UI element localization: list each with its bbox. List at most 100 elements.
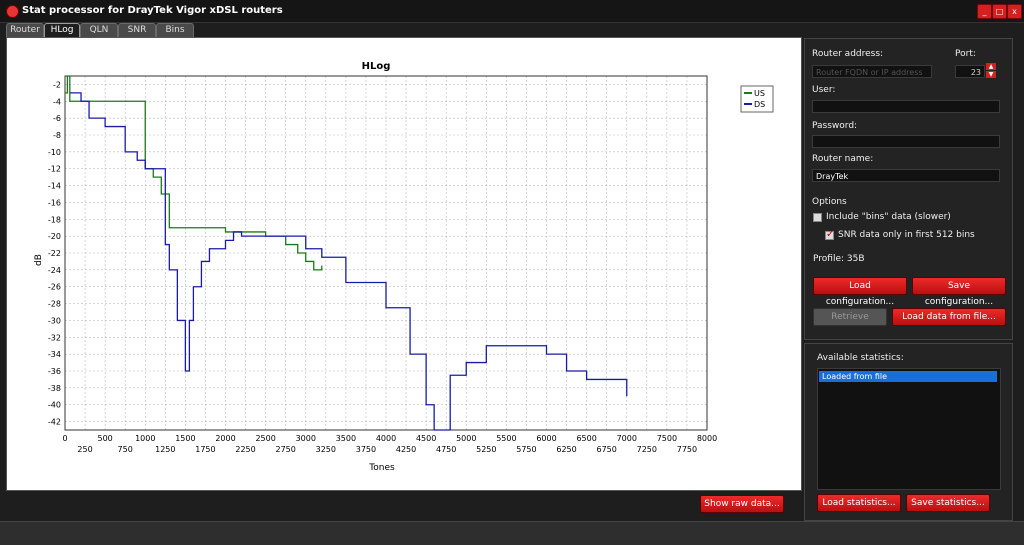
maximize-button[interactable]: □ xyxy=(992,4,1007,19)
chart-panel: HLog -2 -4 -6 -8 -10 -12 -14 -16 -18 -20 -22 -24 -26… xyxy=(6,37,802,491)
chart-title: HLog xyxy=(362,61,391,72)
y-tick-label: -28 xyxy=(48,300,61,309)
statistics-list[interactable]: Loaded from file xyxy=(817,368,1001,490)
password-label: Password: xyxy=(812,121,858,131)
y-tick-label: -40 xyxy=(48,401,61,410)
port-up-icon[interactable]: ▲ xyxy=(986,63,996,70)
load-data-from-file-button[interactable]: Load data from file... xyxy=(892,308,1006,326)
y-tick-label: -12 xyxy=(48,165,61,174)
y-tick-label: -4 xyxy=(53,97,61,106)
port-label: Port: xyxy=(955,49,976,59)
x-tick-label: 7750 xyxy=(677,445,697,454)
include-bins-label: Include "bins" data (slower) xyxy=(826,212,951,222)
x-tick-label: 3500 xyxy=(336,434,356,443)
x-tick-label: 1750 xyxy=(195,445,215,454)
save-configuration-button[interactable]: Save configuration... xyxy=(912,277,1006,307)
include-bins-checkbox[interactable] xyxy=(813,213,822,222)
close-button[interactable]: x xyxy=(1007,4,1022,19)
y-tick-label: -16 xyxy=(48,198,61,207)
x-tick-label: 7250 xyxy=(637,445,657,454)
x-tick-label: 4250 xyxy=(396,445,416,454)
list-item[interactable]: Loaded from file xyxy=(819,371,997,382)
x-tick-label: 2750 xyxy=(276,445,296,454)
window-title: Stat processor for DrayTek Vigor xDSL ro… xyxy=(22,5,283,16)
x-tick-label: 6000 xyxy=(536,434,556,443)
x-tick-label: 7500 xyxy=(657,434,677,443)
statistics-panel: Available statistics: Loaded from file L… xyxy=(804,343,1013,521)
x-tick-label: 1000 xyxy=(135,434,155,443)
x-tick-label: 5250 xyxy=(476,445,496,454)
x-tick-label: 1500 xyxy=(175,434,195,443)
y-tick-label: -20 xyxy=(48,232,61,241)
snr-512-label: SNR data only in first 512 bins xyxy=(838,230,975,240)
user-input[interactable] xyxy=(812,100,1000,113)
router-address-label: Router address: xyxy=(812,49,884,59)
y-tick-label: -22 xyxy=(48,249,61,258)
x-tick-label: 1250 xyxy=(155,445,175,454)
router-name-label: Router name: xyxy=(812,154,874,164)
x-tick-label: 3000 xyxy=(296,434,316,443)
x-tick-label: 2500 xyxy=(255,434,275,443)
series-line-ds xyxy=(69,92,628,431)
y-tick-label: -36 xyxy=(48,367,61,376)
x-tick-label: 8000 xyxy=(697,434,717,443)
legend-ds: DS xyxy=(754,100,765,109)
chart-footer: Show raw data... xyxy=(6,490,800,518)
tab-hlog[interactable]: HLog xyxy=(44,23,80,38)
y-tick-label: -34 xyxy=(48,350,61,359)
x-tick-label: 2000 xyxy=(215,434,235,443)
y-tick-label: -26 xyxy=(48,283,61,292)
legend: US DS xyxy=(740,85,774,113)
x-tick-label: 750 xyxy=(118,445,133,454)
password-input[interactable] xyxy=(812,135,1000,148)
load-configuration-button[interactable]: Load configuration... xyxy=(813,277,907,307)
retrieve-button[interactable]: Retrieve xyxy=(813,308,887,326)
user-label: User: xyxy=(812,85,836,95)
hlog-chart: HLog -2 -4 -6 -8 -10 -12 -14 -16 -18 -20 -22 -24 -26… xyxy=(34,61,774,473)
x-tick-label: 6250 xyxy=(556,445,576,454)
title-bar: Stat processor for DrayTek Vigor xDSL ro… xyxy=(0,0,1024,23)
show-raw-data-button[interactable]: Show raw data... xyxy=(700,495,784,513)
available-statistics-label: Available statistics: xyxy=(817,353,904,363)
x-tick-label: 3250 xyxy=(316,445,336,454)
legend-us: US xyxy=(754,89,765,98)
port-input[interactable]: 23 xyxy=(955,65,985,78)
load-statistics-button[interactable]: Load statistics... xyxy=(817,494,901,512)
x-tick-label: 0 xyxy=(62,434,67,443)
y-tick-label: -14 xyxy=(48,182,61,191)
router-address-input[interactable]: Router FQDN or IP address xyxy=(812,65,932,78)
port-down-icon[interactable]: ▼ xyxy=(986,71,996,78)
tab-snr[interactable]: SNR xyxy=(118,23,156,37)
y-tick-label: -2 xyxy=(53,80,61,89)
y-axis-label: dB xyxy=(34,254,44,266)
x-tick-label: 3750 xyxy=(356,445,376,454)
y-tick-label: -8 xyxy=(53,131,61,140)
router-settings-panel: Router address: Port: Router FQDN or IP … xyxy=(804,38,1013,340)
router-name-input[interactable]: DrayTek xyxy=(812,169,1000,182)
app-icon xyxy=(6,5,19,18)
x-tick-label: 7000 xyxy=(617,434,637,443)
options-label: Options xyxy=(812,197,847,207)
x-tick-label: 5000 xyxy=(456,434,476,443)
tab-bins[interactable]: Bins xyxy=(156,23,194,37)
x-tick-label: 4500 xyxy=(416,434,436,443)
x-tick-label: 5500 xyxy=(496,434,516,443)
y-tick-label: -38 xyxy=(48,384,61,393)
y-tick-label: -24 xyxy=(48,266,61,275)
y-tick-label: -18 xyxy=(48,215,61,224)
x-tick-label: 2250 xyxy=(235,445,255,454)
tab-router[interactable]: Router xyxy=(6,23,44,37)
x-tick-label: 4000 xyxy=(376,434,396,443)
x-tick-label: 4750 xyxy=(436,445,456,454)
x-axis-label: Tones xyxy=(368,463,395,473)
y-tick-label: -10 xyxy=(48,148,61,157)
snr-512-checkbox[interactable]: ✓ xyxy=(825,229,835,240)
minimize-button[interactable]: _ xyxy=(977,4,992,19)
tab-qln[interactable]: QLN xyxy=(80,23,118,37)
checkmark-icon: ✓ xyxy=(826,229,835,240)
x-tick-label: 250 xyxy=(77,445,92,454)
x-tick-label: 6750 xyxy=(597,445,617,454)
profile-label: Profile: 35B xyxy=(813,254,865,264)
y-tick-label: -42 xyxy=(48,418,61,427)
save-statistics-button[interactable]: Save statistics... xyxy=(906,494,990,512)
